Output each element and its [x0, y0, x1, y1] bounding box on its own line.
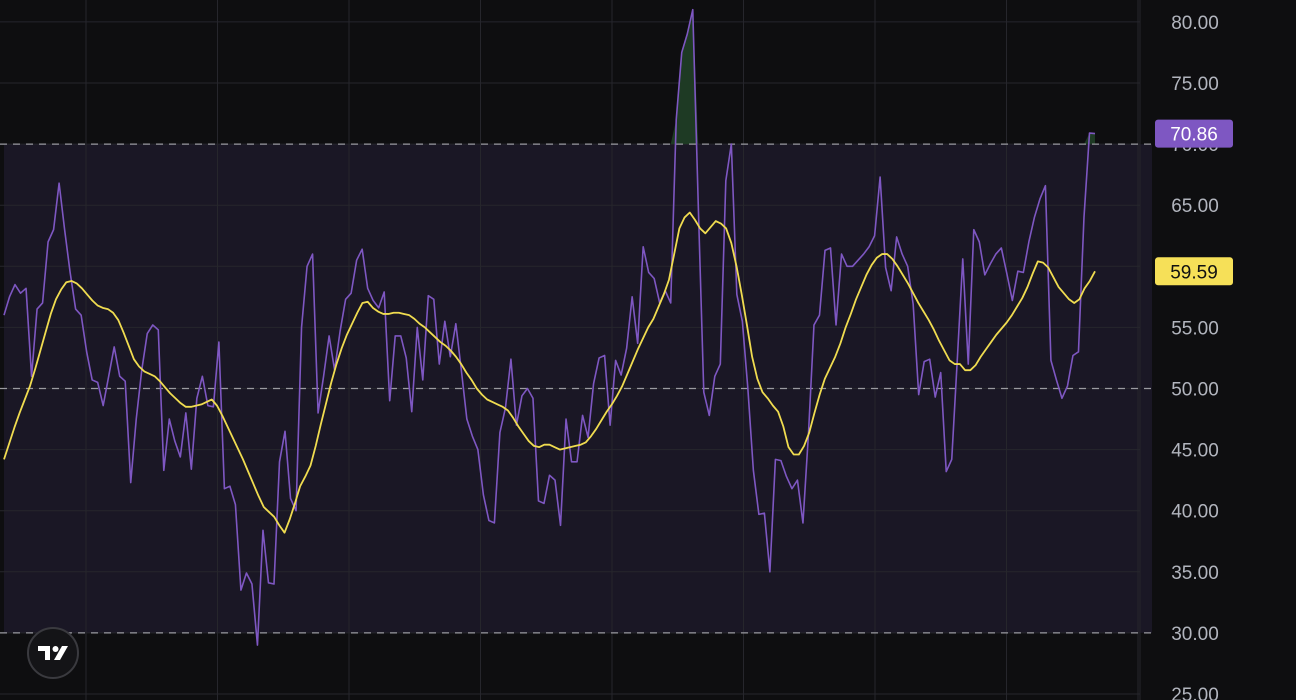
y-tick-label: 30.00 [1171, 624, 1219, 645]
y-tick-label: 40.00 [1171, 502, 1219, 523]
y-tick-label: 50.00 [1171, 380, 1219, 401]
y-tick-label: 65.00 [1171, 196, 1219, 217]
y-tick-label: 35.00 [1171, 563, 1219, 584]
tradingview-logo-icon[interactable] [27, 627, 79, 679]
y-tick-label: 55.00 [1171, 318, 1219, 339]
last-value-badge-text: 70.86 [1170, 125, 1218, 146]
rsi-chart[interactable]: 25.0030.0035.0040.0045.0050.0055.0060.00… [0, 0, 1296, 700]
last-value-badge: 70.86 [1155, 119, 1233, 148]
y-tick-label: 45.00 [1171, 441, 1219, 462]
y-tick-label: 75.00 [1171, 74, 1219, 95]
y-tick-label: 80.00 [1171, 13, 1219, 34]
y-tick-label: 25.00 [1171, 685, 1219, 700]
last-value-badge-text: 59.59 [1170, 262, 1218, 283]
tradingview-logo-glyph [38, 646, 68, 660]
last-value-badge: 59.59 [1155, 257, 1233, 286]
